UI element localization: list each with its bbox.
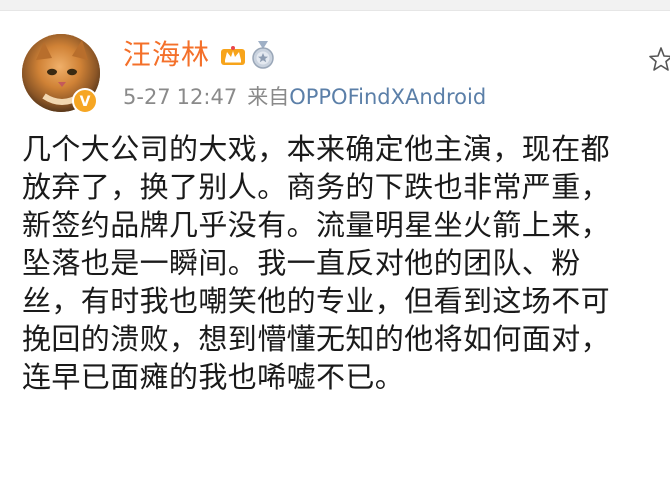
favorite-star-icon[interactable]	[648, 46, 670, 72]
post-meta: 5-27 12:47 来自OPPOFindXAndroid	[123, 84, 486, 110]
medal-icon[interactable]	[250, 40, 276, 70]
vip-crown-icon[interactable]	[220, 44, 246, 68]
top-divider	[0, 0, 670, 11]
post-text-line: 丝，有时我也嘲笑他的专业，但看到这场不可	[22, 284, 611, 318]
post-text-line: 坠落也是一瞬间。我一直反对他的团队、粉	[22, 246, 581, 280]
source-prefix: 来自	[247, 85, 290, 109]
author-name[interactable]: 汪海林	[123, 38, 210, 72]
post-text-line: 新签约品牌几乎没有。流量明星坐火箭上来，	[22, 208, 611, 242]
post-date: 5-27	[123, 85, 171, 109]
verified-badge-icon: V	[72, 88, 98, 114]
post-text-line: 挽回的溃败，想到懵懂无知的他将如何面对，	[22, 322, 611, 356]
post-time: 12:47	[176, 85, 238, 109]
svg-text:V: V	[80, 94, 91, 110]
post-text-line: 几个大公司的大戏，本来确定他主演，现在都	[22, 132, 611, 166]
source-link[interactable]: OPPOFindXAndroid	[289, 85, 486, 109]
weibo-post-screen: V 汪海林 5-2712:47来自OPPOFindXAndroid 几个大公	[0, 0, 670, 488]
post-text-line: 放弃了，换了别人。商务的下跌也非常严重，	[22, 170, 611, 204]
post-content: 几个大公司的大戏，本来确定他主演，现在都 放弃了，换了别人。商务的下跌也非常严重…	[22, 130, 670, 396]
post-text-line: 连早已面瘫的我也唏嘘不已。	[22, 360, 405, 394]
